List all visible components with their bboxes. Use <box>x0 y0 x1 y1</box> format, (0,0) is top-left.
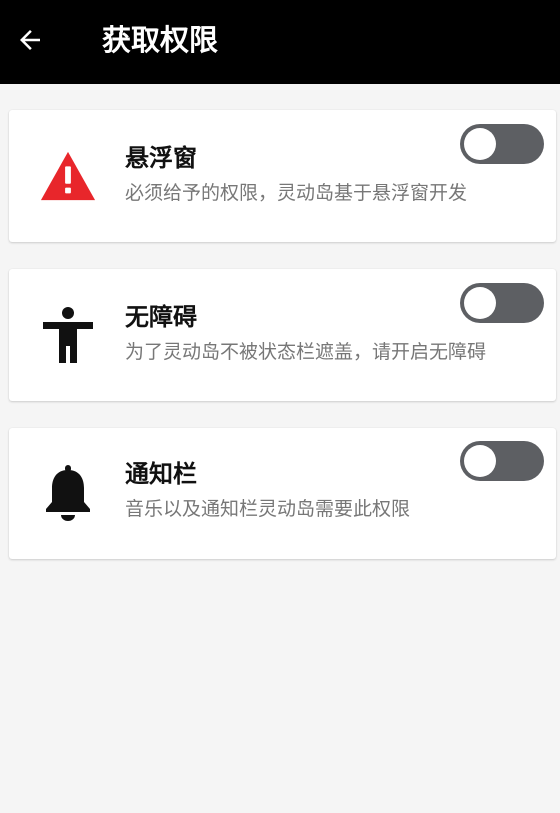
app-bar: 获取权限 <box>0 0 560 84</box>
overlay-permission-toggle[interactable] <box>460 124 544 164</box>
back-button[interactable] <box>10 20 50 60</box>
toggle-knob <box>464 128 496 160</box>
warning-triangle-icon <box>39 147 97 205</box>
notification-permission-toggle[interactable] <box>460 441 544 481</box>
bell-icon <box>39 464 97 522</box>
toggle-knob <box>464 287 496 319</box>
permission-title: 悬浮窗 <box>125 144 197 172</box>
accessibility-icon <box>39 306 97 364</box>
permission-title: 通知栏 <box>125 460 197 488</box>
arrow-left-icon <box>20 30 40 50</box>
toggle-knob <box>464 445 496 477</box>
page-title: 获取权限 <box>102 23 219 57</box>
permission-card-notification: 通知栏 音乐以及通知栏灵动岛需要此权限 <box>9 428 556 559</box>
accessibility-permission-toggle[interactable] <box>460 283 544 323</box>
permission-description: 为了灵动岛不被状态栏遮盖，请开启无障碍 <box>125 341 487 363</box>
permission-card-accessibility: 无障碍 为了灵动岛不被状态栏遮盖，请开启无障碍 <box>9 269 556 401</box>
permission-title: 无障碍 <box>125 303 197 331</box>
permission-description: 音乐以及通知栏灵动岛需要此权限 <box>125 498 411 520</box>
permission-card-overlay: 悬浮窗 必须给予的权限，灵动岛基于悬浮窗开发 <box>9 110 556 242</box>
permission-description: 必须给予的权限，灵动岛基于悬浮窗开发 <box>125 182 468 204</box>
